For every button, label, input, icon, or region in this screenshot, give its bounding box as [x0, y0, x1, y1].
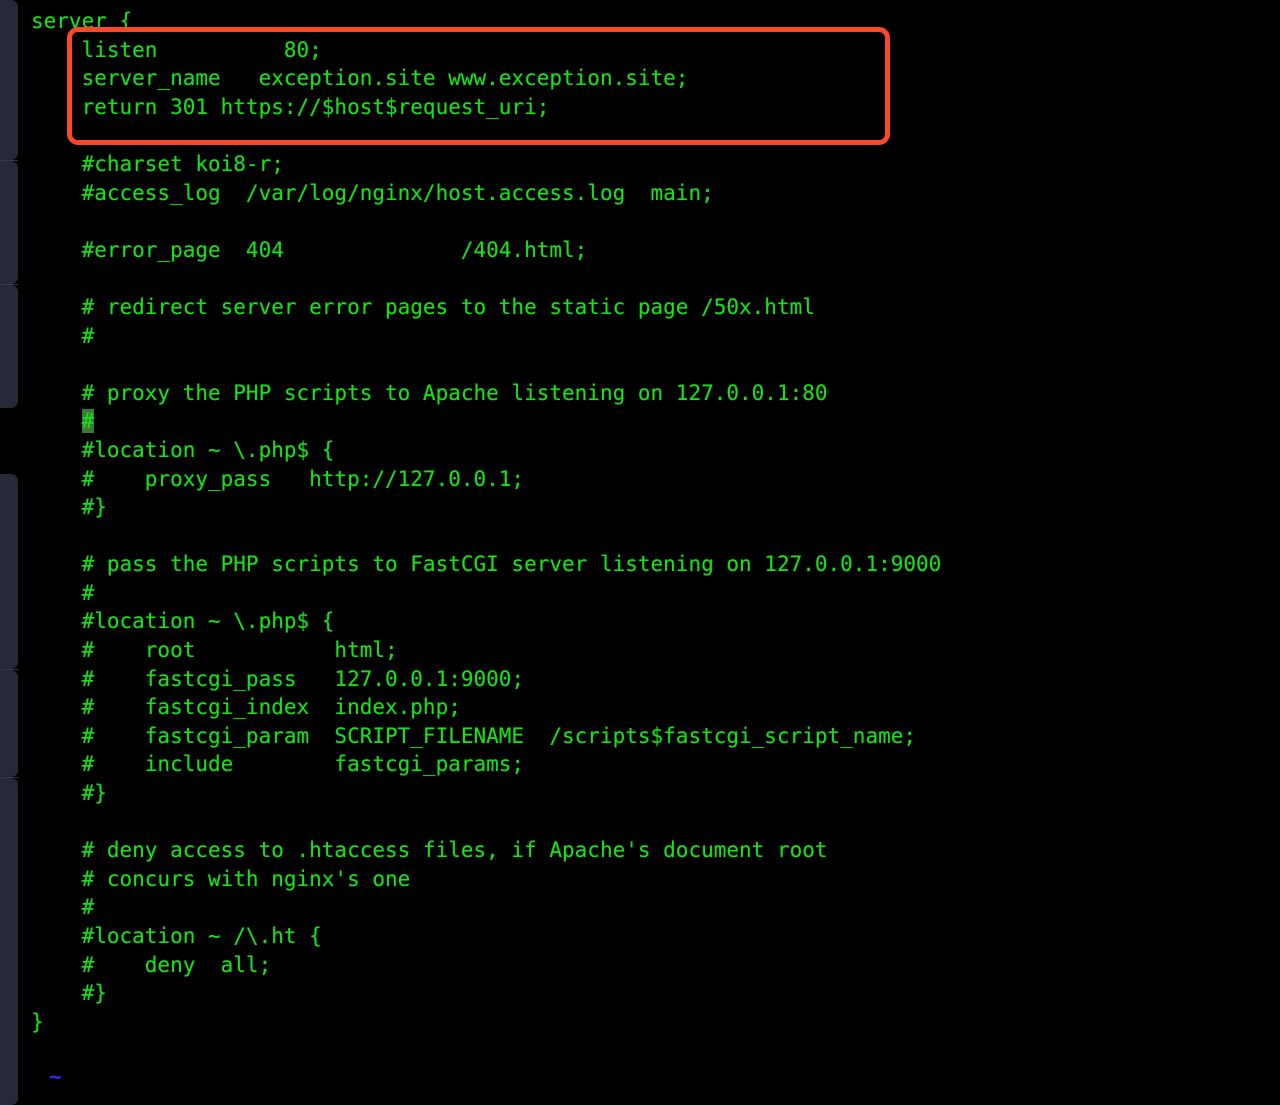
- gutter-divider-1: [0, 160, 18, 161]
- code-line: [31, 264, 941, 293]
- code-line: #error_page 404 /404.html;: [31, 236, 941, 265]
- gutter-panel-6[interactable]: [0, 778, 18, 1105]
- gutter-panel-2[interactable]: [0, 161, 18, 284]
- gutter-divider-4: [0, 777, 18, 778]
- code-line: # root html;: [31, 636, 941, 665]
- code-line: # fastcgi_param SCRIPT_FILENAME /scripts…: [31, 722, 941, 751]
- gutter-panel-3[interactable]: [0, 285, 18, 408]
- code-line: listen 80;: [31, 36, 941, 65]
- code-line: #location ~ \.php$ {: [31, 436, 941, 465]
- code-line: # deny access to .htaccess files, if Apa…: [31, 836, 941, 865]
- gutter-divider-3: [0, 669, 18, 670]
- code-line: }: [31, 1008, 941, 1037]
- terminal-surface[interactable]: server { listen 80; server_name exceptio…: [18, 0, 1280, 1105]
- text-cursor: #: [82, 409, 95, 433]
- code-line: #: [31, 407, 941, 436]
- gutter-panel-4[interactable]: [0, 474, 18, 669]
- code-line: # proxy the PHP scripts to Apache listen…: [31, 379, 941, 408]
- code-line: #: [31, 893, 941, 922]
- code-line: #location ~ \.php$ {: [31, 607, 941, 636]
- code-line: server_name exception.site www.exception…: [31, 64, 941, 93]
- code-line: [31, 121, 941, 150]
- code-line: #: [31, 322, 941, 351]
- code-line: # redirect server error pages to the sta…: [31, 293, 941, 322]
- code-line: # include fastcgi_params;: [31, 750, 941, 779]
- code-line: # deny all;: [31, 951, 941, 980]
- code-line: [31, 350, 941, 379]
- code-line: #location ~ /\.ht {: [31, 922, 941, 951]
- code-line: [31, 522, 941, 551]
- gutter-panel-1[interactable]: [0, 0, 18, 160]
- nginx-config-text[interactable]: server { listen 80; server_name exceptio…: [31, 7, 941, 1036]
- code-line: #}: [31, 779, 941, 808]
- code-line: return 301 https://$host$request_uri;: [31, 93, 941, 122]
- code-line: # fastcgi_pass 127.0.0.1:9000;: [31, 665, 941, 694]
- code-line: [31, 207, 941, 236]
- code-line: # concurs with nginx's one: [31, 865, 941, 894]
- code-line: # proxy_pass http://127.0.0.1;: [31, 465, 941, 494]
- code-line: #}: [31, 493, 941, 522]
- code-line: # pass the PHP scripts to FastCGI server…: [31, 550, 941, 579]
- code-line: server {: [31, 7, 941, 36]
- left-gutter: [0, 0, 18, 1105]
- terminal-screen: server { listen 80; server_name exceptio…: [0, 0, 1280, 1105]
- code-line: [31, 808, 941, 837]
- code-line: #}: [31, 979, 941, 1008]
- code-line: #charset koi8-r;: [31, 150, 941, 179]
- gutter-panel-5[interactable]: [0, 670, 18, 777]
- code-line: #: [31, 579, 941, 608]
- gutter-divider-2: [0, 284, 18, 285]
- code-line: # fastcgi_index index.php;: [31, 693, 941, 722]
- code-line: #access_log /var/log/nginx/host.access.l…: [31, 179, 941, 208]
- vim-empty-line-marker: ~: [49, 1063, 62, 1092]
